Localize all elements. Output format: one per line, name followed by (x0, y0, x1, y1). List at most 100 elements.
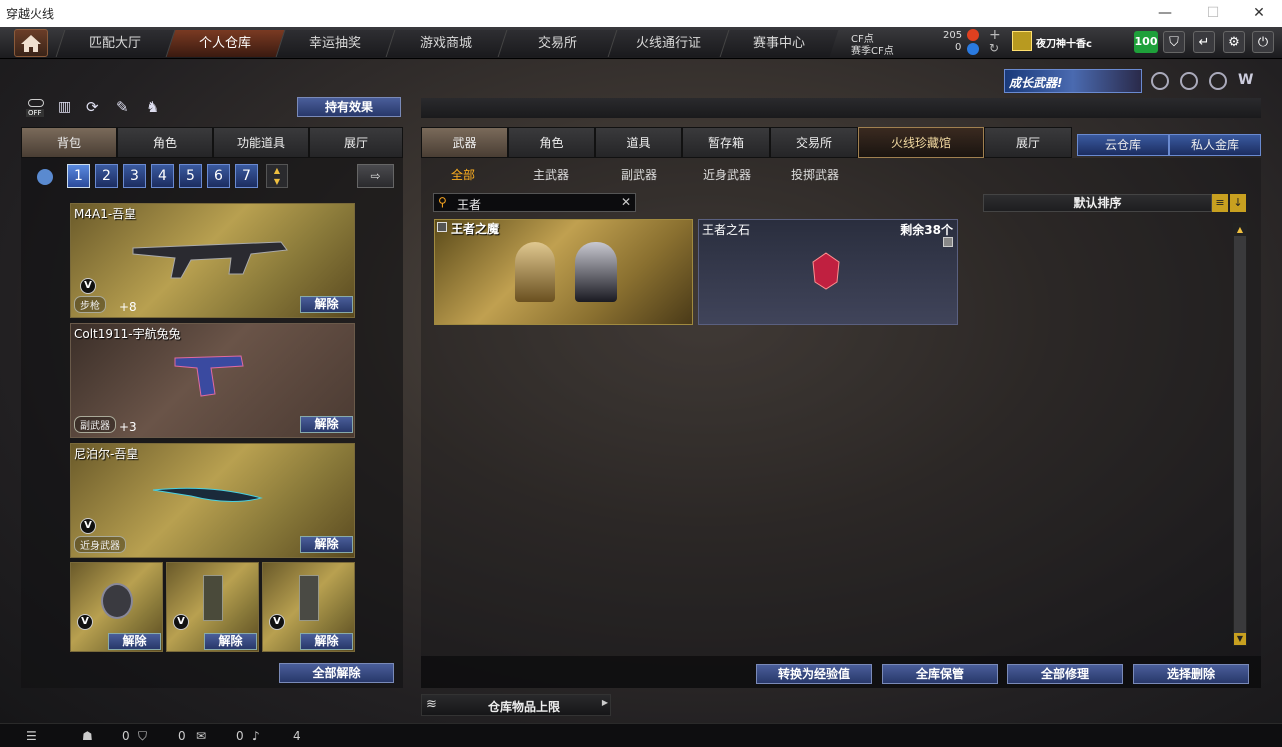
right-tab-exchange[interactable]: 交易所 (770, 127, 858, 158)
scrollbar[interactable]: ▲ ▼ (1233, 223, 1247, 646)
nav-tab-lottery[interactable]: 幸运抽奖 (275, 30, 395, 57)
loadout-3[interactable]: 3 (123, 164, 146, 188)
right-tab-items[interactable]: 道具 (595, 127, 682, 158)
loadout-5[interactable]: 5 (179, 164, 202, 188)
maximize-button[interactable]: ☐ (1190, 0, 1236, 27)
growth-weapon-banner[interactable]: 成长武器! (1004, 69, 1142, 93)
transfer-icon[interactable]: ⇨ (357, 164, 394, 188)
right-tab-characters[interactable]: 角色 (508, 127, 595, 158)
right-tab-weapons[interactable]: 武器 (421, 127, 508, 158)
nav-tab-match[interactable]: 匹配大厅 (55, 30, 175, 57)
chat-icon[interactable]: ✉ (196, 729, 206, 743)
clear-search-icon[interactable]: ✕ (621, 195, 631, 209)
sort-direction-icon[interactable]: ↓ (1230, 194, 1246, 212)
globe-icon[interactable] (1180, 72, 1198, 90)
right-tab-storage[interactable]: 暂存箱 (682, 127, 770, 158)
unequip-all-button[interactable]: 全部解除 (279, 663, 394, 683)
season-cf-label: 赛季CF点 (851, 46, 894, 57)
unequip-button[interactable]: 解除 (108, 633, 161, 650)
slot-tag: 副武器 (74, 416, 116, 433)
left-tab-showroom[interactable]: 展厅 (309, 127, 403, 158)
friends-icon[interactable]: ☗ (82, 729, 93, 743)
left-tab-items[interactable]: 功能道具 (213, 127, 309, 158)
return-icon[interactable]: ↵ (1193, 31, 1215, 53)
loadout-7[interactable]: 7 (235, 164, 258, 188)
speaker-icon[interactable]: ♪ (252, 729, 260, 743)
cloud-storage-button[interactable]: 云仓库 (1077, 134, 1169, 156)
search-input[interactable]: 王者 (457, 196, 481, 213)
sort-dropdown[interactable]: 默认排序 (983, 194, 1212, 212)
category-all[interactable]: 全部 (451, 166, 475, 183)
bag-icon[interactable]: ♞ (146, 98, 159, 116)
power-icon[interactable]: ⏻ (1252, 31, 1274, 53)
compass-icon[interactable] (1209, 72, 1227, 90)
nav-tab-shop[interactable]: 游戏商城 (385, 30, 507, 57)
season-coin-icon (967, 43, 979, 55)
select-delete-button[interactable]: 选择删除 (1133, 664, 1249, 684)
nav-tab-label: 交易所 (537, 36, 577, 51)
app-area: 匹配大厅 个人仓库 幸运抽奖 游戏商城 交易所 火线通行证 赛事中心 CF点 赛… (0, 27, 1282, 747)
item-card[interactable]: 王者之魔 (434, 219, 693, 325)
clan-shield-icon[interactable]: ⛉ (138, 729, 147, 744)
slot-melee[interactable]: 尼泊尔-吾皇 V 近身武器 解除 (70, 443, 355, 558)
list-view-icon[interactable]: ≡ (1212, 194, 1228, 212)
home-button[interactable] (14, 29, 48, 57)
right-tab-showroom[interactable]: 展厅 (984, 127, 1072, 158)
menu-icon[interactable]: ☰ (26, 729, 37, 743)
store-all-button[interactable]: 全库保管 (882, 664, 998, 684)
item-name: 王者之石 (702, 223, 751, 237)
refresh-icon[interactable]: ↻ (989, 41, 999, 55)
v-badge-icon: V (80, 278, 96, 294)
private-vault-button[interactable]: 私人金库 (1169, 134, 1261, 156)
nav-tab-warehouse[interactable]: 个人仓库 (165, 30, 285, 57)
loadout-2[interactable]: 2 (95, 164, 118, 188)
scroll-up-icon[interactable]: ▲ (1234, 224, 1246, 236)
slot-grenade-1[interactable]: V 解除 (70, 562, 163, 652)
unequip-button[interactable]: 解除 (300, 296, 353, 313)
search-box[interactable]: ⚲ 王者 ✕ (433, 193, 636, 212)
slot-primary[interactable]: M4A1-吾皇 V 步枪 +8 解除 (70, 203, 355, 318)
nav-tab-label: 个人仓库 (199, 36, 252, 51)
slot-grenade-2[interactable]: V 解除 (166, 562, 259, 652)
loadout-6[interactable]: 6 (207, 164, 230, 188)
slot-secondary[interactable]: Colt1911-宇航兔兔 副武器 +3 解除 (70, 323, 355, 438)
nav-tab-exchange[interactable]: 交易所 (497, 30, 617, 57)
category-throwing[interactable]: 投掷武器 (791, 166, 839, 183)
minimize-button[interactable]: — (1142, 0, 1188, 27)
gear-icon[interactable]: ⚙ (1223, 31, 1245, 53)
capacity-label: 仓库物品上限 (488, 700, 561, 714)
pet-icon[interactable]: ✎ (116, 98, 129, 116)
flash-grenade-icon (299, 575, 319, 621)
knife-icon (152, 487, 263, 503)
repair-all-button[interactable]: 全部修理 (1007, 664, 1123, 684)
cycle-icon[interactable]: ⟳ (86, 98, 99, 116)
unequip-button[interactable]: 解除 (300, 416, 353, 433)
clan-count: 0 (178, 729, 186, 743)
left-tab-character[interactable]: 角色 (117, 127, 213, 158)
stats-icon[interactable]: ▥ (58, 99, 71, 115)
right-tab-collection[interactable]: 火线珍藏馆 (858, 127, 984, 158)
loadout-1[interactable]: 1 (67, 164, 90, 188)
unequip-button[interactable]: 解除 (204, 633, 257, 650)
close-button[interactable]: ✕ (1236, 0, 1282, 27)
v-icon[interactable] (1151, 72, 1169, 90)
nav-tab-events[interactable]: 赛事中心 (719, 30, 839, 57)
loadout-stepper[interactable]: ▲ ▼ (266, 164, 288, 188)
loadout-4[interactable]: 4 (151, 164, 174, 188)
scroll-down-icon[interactable]: ▼ (1234, 633, 1246, 645)
effect-button[interactable]: 持有效果 (297, 97, 401, 117)
unequip-button[interactable]: 解除 (300, 633, 353, 650)
item-card[interactable]: 王者之石 剩余38个 (698, 219, 958, 325)
unequip-button[interactable]: 解除 (300, 536, 353, 553)
category-melee[interactable]: 近身武器 (703, 166, 751, 183)
nav-tab-pass[interactable]: 火线通行证 (607, 30, 729, 57)
toggle-off-icon[interactable]: OFF (26, 99, 46, 117)
convert-exp-button[interactable]: 转换为经验值 (756, 664, 872, 684)
shield-icon[interactable]: ⛉ (1163, 31, 1185, 53)
category-primary[interactable]: 主武器 (533, 166, 569, 183)
left-tab-backpack[interactable]: 背包 (21, 127, 117, 158)
category-secondary[interactable]: 副武器 (621, 166, 657, 183)
slot-grenade-3[interactable]: V 解除 (262, 562, 355, 652)
capacity-bar[interactable]: ≋ 仓库物品上限 ▶ (421, 694, 611, 716)
w-icon[interactable]: W (1238, 72, 1256, 90)
